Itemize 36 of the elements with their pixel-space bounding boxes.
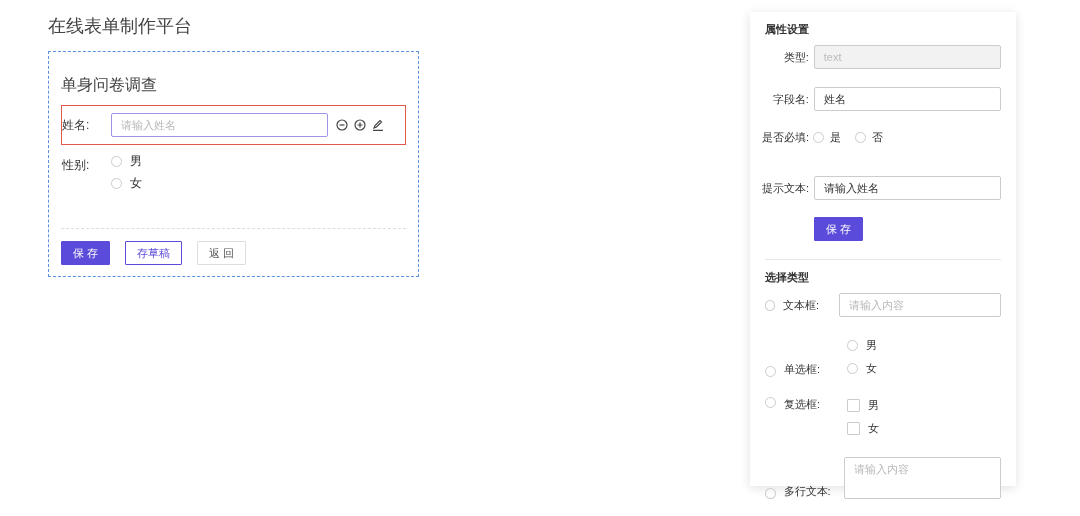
plus-circle-icon[interactable]	[354, 119, 366, 131]
textarea-input[interactable]: 请输入内容	[844, 457, 1001, 499]
form-title: 单身问卷调查	[61, 75, 158, 95]
type-label: 多行文本:	[783, 484, 832, 499]
minus-circle-icon[interactable]	[336, 119, 348, 131]
option-label: 男	[130, 153, 142, 170]
field-label: 类型:	[782, 49, 809, 65]
edit-icon[interactable]	[372, 119, 384, 131]
option-label: 男	[868, 398, 879, 413]
type-label: 文本框:	[782, 297, 820, 313]
back-button[interactable]: 返 回	[197, 241, 247, 265]
field-name-input[interactable]: 姓名	[813, 87, 1001, 111]
page-title: 在线表单制作平台	[48, 15, 193, 38]
text-input[interactable]: 请输入内容	[839, 293, 1001, 317]
option-label: 女	[866, 361, 877, 376]
save-button[interactable]: 保 存	[61, 241, 111, 265]
save-button[interactable]: 保 存	[814, 217, 864, 241]
option-label: 女	[130, 175, 142, 192]
type-label: 复选框:	[784, 397, 822, 412]
field-label: 字段名:	[771, 91, 809, 107]
form-row[interactable]: 姓名: 请输入姓名	[61, 105, 406, 145]
field-label: 性别:	[62, 157, 91, 174]
section-title: 选择类型	[765, 270, 810, 284]
checkbox[interactable]	[847, 399, 860, 412]
option-label: 女	[868, 421, 879, 436]
field-label: 姓名:	[62, 117, 91, 134]
draft-button[interactable]: 存草稿	[125, 241, 183, 265]
form-row[interactable]: 性别: 男 女	[61, 145, 406, 200]
hint-input[interactable]: 请输入姓名	[814, 176, 1001, 200]
option-label: 否	[872, 130, 883, 145]
section-title: 属性设置	[765, 22, 810, 36]
type-label: 单选框:	[784, 362, 822, 377]
checkbox[interactable]	[847, 422, 860, 435]
option-label: 男	[866, 338, 877, 353]
option-label: 是	[830, 130, 841, 145]
name-input[interactable]: 请输入姓名	[111, 113, 328, 137]
